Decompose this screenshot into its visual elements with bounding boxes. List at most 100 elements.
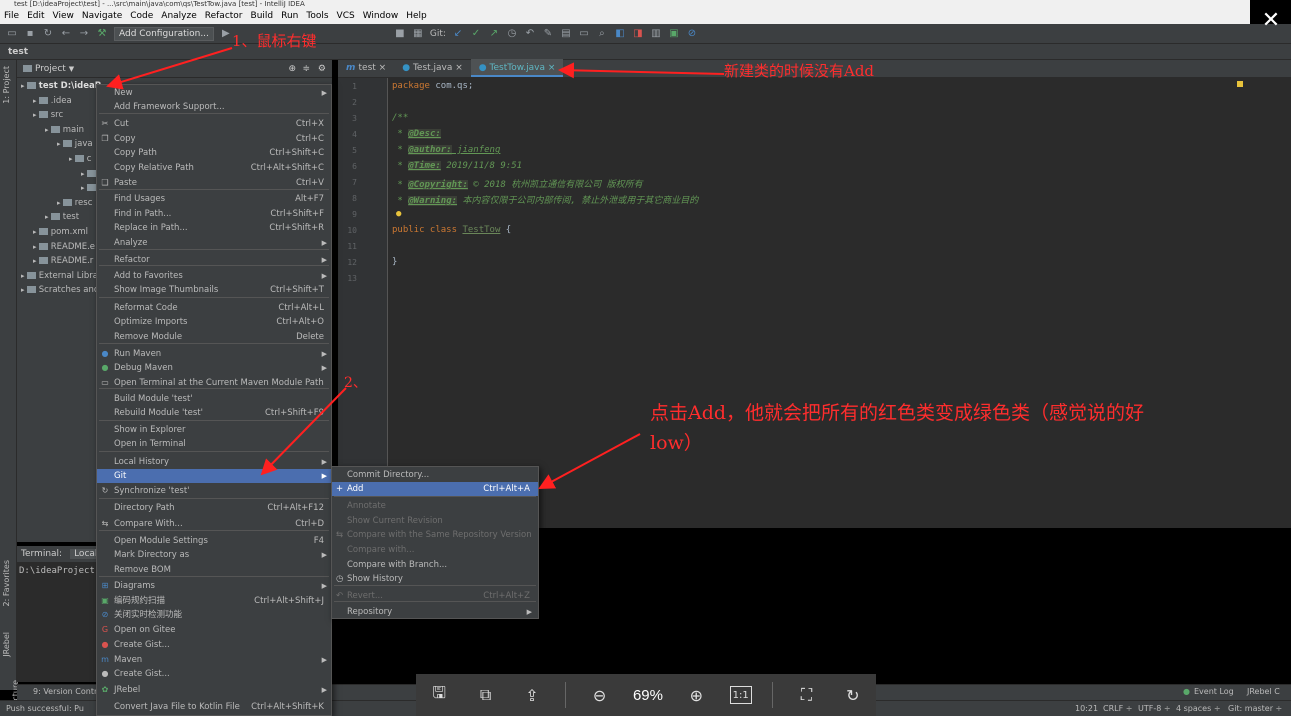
tab-testtow-java[interactable]: ● TestTow.java × [470,59,564,77]
menu-item[interactable]: ↻ Synchronize 'test' [97,484,331,498]
chevron-down-icon[interactable]: ▼ [69,65,74,73]
menu-tools[interactable]: Tools [302,11,332,21]
menu-item[interactable]: Directory Path Ctrl+Alt+F12 [97,501,331,515]
menu-item[interactable]: ✿ JRebel ▶ [97,683,331,697]
tree-item[interactable]: ▸ test D:\ideaP [21,79,101,93]
git-menu-item[interactable]: Compare with... [332,543,538,557]
sync-icon[interactable]: ↻ [42,28,54,40]
menu-item[interactable]: Add Framework Support... [97,100,331,114]
menu-item[interactable]: ✂ Cut Ctrl+X [97,117,331,131]
menu-refactor[interactable]: Refactor [201,11,247,21]
structure-icon[interactable]: ▤ [560,28,572,40]
git-menu-item[interactable]: Repository ▶ [332,605,538,619]
menu-item[interactable]: ⇆ Compare With... Ctrl+D [97,517,331,531]
favorites-tool-tab[interactable]: 2: Favorites [2,560,11,606]
menu-item[interactable]: Add to Favorites ▶ [97,269,331,283]
tree-item[interactable]: ▸ java [57,137,93,151]
notes-icon[interactable]: ▥ [650,28,662,40]
tree-item[interactable]: ▸ resc [57,196,92,210]
jrebel-console-tab[interactable]: JRebel C [1247,687,1280,696]
tree-item[interactable]: ▸ README.e [33,240,95,254]
collapse-icon[interactable]: ≑ [302,64,310,74]
share-icon[interactable]: ⇪ [519,682,545,708]
menu-item[interactable]: ● Create Gist... [97,638,331,652]
menu-vcs[interactable]: VCS [333,11,359,21]
menu-item[interactable]: ❐ Copy Ctrl+C [97,132,331,146]
tree-item[interactable]: ▸ c [69,152,91,166]
search-icon[interactable]: ⌕ [596,28,608,40]
menu-item[interactable]: ▣ 编码规约扫描 Ctrl+Alt+Shift+J [97,594,331,608]
back-icon[interactable]: ← [60,28,72,40]
stop-icon[interactable]: ■ [394,28,406,40]
fit-window-icon[interactable]: ⛶ [793,682,819,708]
gear-icon[interactable]: ⚙ [318,64,326,74]
add-configuration-button[interactable]: Add Configuration... [114,26,214,41]
menu-item[interactable]: G Open on Gitee [97,623,331,637]
rollback-icon[interactable]: ↶ [524,28,536,40]
menu-item[interactable]: Replace in Path... Ctrl+Shift+R [97,221,331,235]
menu-item[interactable]: Rebuild Module 'test' Ctrl+Shift+F9 [97,406,331,420]
git-push-icon[interactable]: ↗ [488,28,500,40]
menu-item[interactable]: ❑ Paste Ctrl+V [97,176,331,190]
git-menu-item[interactable]: Compare with Branch... [332,558,538,572]
tab-test-java[interactable]: ● Test.java × [394,59,471,77]
git-menu-item[interactable]: Annotate [332,499,538,513]
menu-item[interactable]: ● Run Maven ▶ [97,347,331,361]
project-structure-icon[interactable]: ▦ [412,28,424,40]
menu-item[interactable]: Open Module Settings F4 [97,534,331,548]
open-external-icon[interactable]: ⧉ [473,682,499,708]
menu-item[interactable]: Analyze ▶ [97,236,331,250]
git-update-icon[interactable]: ↙ [452,28,464,40]
menu-build[interactable]: Build [247,11,278,21]
tree-item[interactable]: ▸ Scratches anc [21,283,99,297]
menu-item[interactable]: m Maven ▶ [97,653,331,667]
menu-item[interactable]: ● Create Gist... [97,667,331,681]
menu-help[interactable]: Help [402,11,431,21]
zoom-out-icon[interactable]: ⊖ [587,682,613,708]
code-editor[interactable]: package com.qs; /** * @Desc: * @author: … [388,78,1291,528]
git-commit-icon[interactable]: ✓ [470,28,482,40]
git-add-menu-item[interactable]: + Add Ctrl+Alt+A [332,482,538,496]
tree-item[interactable]: ▸ pom.xml [33,225,88,239]
project-panel-title[interactable]: Project [35,64,66,74]
project-tool-tab[interactable]: 1: Project [2,66,11,104]
forward-icon[interactable]: → [78,28,90,40]
menu-item[interactable]: Show in Explorer [97,423,331,437]
rotate-icon[interactable]: ↻ [840,682,866,708]
menu-edit[interactable]: Edit [23,11,48,21]
menu-item[interactable]: ⊞ Diagrams ▶ [97,579,331,593]
tree-item[interactable]: ▸ src [33,108,63,122]
menu-navigate[interactable]: Navigate [78,11,126,21]
menu-item[interactable]: Remove Module Delete [97,330,331,344]
menu-item[interactable]: Find in Path... Ctrl+Shift+F [97,207,331,221]
menu-item[interactable]: Open in Terminal [97,437,331,451]
save-icon[interactable]: 🖫 [426,682,452,708]
tree-item[interactable]: ▸ External Libra [21,269,98,283]
terminal-icon[interactable]: ▭ [578,28,590,40]
tab-test[interactable]: m test × [338,59,394,77]
tree-item[interactable]: ▸ test [45,210,79,224]
settings-wrench-icon[interactable]: ✎ [542,28,554,40]
menu-item[interactable]: Copy Path Ctrl+Shift+C [97,146,331,160]
git-menu-item[interactable]: Show Current Revision [332,514,538,528]
menu-analyze[interactable]: Analyze [157,11,200,21]
menu-item[interactable]: ● Debug Maven ▶ [97,361,331,375]
file-encoding[interactable]: UTF-8 ÷ [1138,701,1171,716]
menu-item[interactable]: Mark Directory as ▶ [97,548,331,562]
git-menu-item[interactable]: ↶ Revert... Ctrl+Alt+Z [332,589,538,603]
menu-item[interactable]: Remove BOM [97,563,331,577]
tree-item[interactable]: ▸ main [45,123,84,137]
menu-item[interactable]: ▭ Open Terminal at the Current Maven Modu… [97,376,331,390]
open-folder-icon[interactable]: ▭ [6,28,18,40]
git-menu-item[interactable]: Commit Directory... [332,468,538,482]
history-icon[interactable]: ◷ [506,28,518,40]
menu-item[interactable]: Reformat Code Ctrl+Alt+L [97,301,331,315]
tab-terminal[interactable]: Terminal: [21,549,62,559]
menu-item[interactable]: Show Image Thumbnails Ctrl+Shift+T [97,283,331,297]
nav-project-label[interactable]: test [8,47,28,57]
menu-item[interactable]: Build Module 'test' [97,392,331,406]
menu-item[interactable]: Optimize Imports Ctrl+Alt+O [97,315,331,329]
version-control-tab[interactable]: 9: Version Contr [33,687,97,696]
tree-item[interactable]: ▸ .idea [33,94,72,108]
event-log-tab[interactable]: Event Log [1194,687,1234,696]
